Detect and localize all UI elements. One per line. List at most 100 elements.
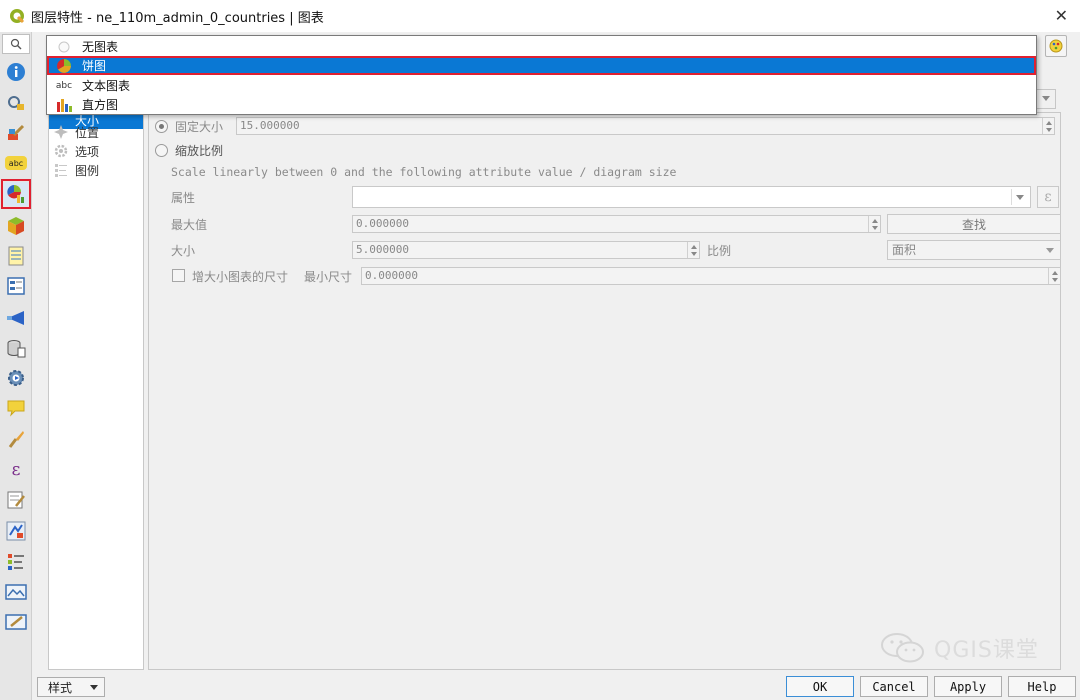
dialog-button-bar: 样式 OK Cancel Apply Help [33, 672, 1080, 700]
options-icon [53, 143, 69, 159]
scale-method-combo[interactable]: 面积 [887, 240, 1061, 260]
attributes-form-icon[interactable] [4, 274, 28, 298]
subnav-item-placement[interactable]: 位置 [53, 123, 99, 141]
chevron-down-icon [90, 685, 98, 690]
qgis-server-icon[interactable] [4, 580, 28, 604]
style-manager-icon [1049, 39, 1063, 53]
diagrams-page: 大小 位置 选项 图例 固定大小 15.000000 缩放比例 Scale li… [33, 32, 1080, 672]
chevron-down-icon [1046, 248, 1054, 253]
increase-small-checkbox[interactable] [172, 269, 185, 282]
scale-label: 比例 [707, 244, 732, 258]
watermark: QGIS课堂 [880, 632, 1039, 664]
svg-text:abc: abc [9, 159, 23, 168]
scale-method-value: 面积 [892, 243, 917, 257]
text-diagram-icon: abc [55, 80, 73, 91]
dropdown-option-label: 直方图 [82, 98, 119, 112]
expression-button[interactable]: ε [1037, 186, 1059, 208]
min-size-label: 最小尺寸 [304, 270, 353, 284]
no-diagram-icon [55, 39, 73, 55]
find-button[interactable]: 查找 [887, 214, 1061, 234]
search-icon [10, 38, 22, 50]
legend-icon[interactable] [4, 550, 28, 574]
diagram-settings-subnav: 大小 位置 选项 图例 [48, 111, 144, 670]
pie-chart-icon [55, 58, 73, 74]
spin-arrows-icon[interactable] [1048, 268, 1060, 284]
max-value-spinbox[interactable]: 0.000000 [352, 215, 881, 233]
source-icon[interactable] [4, 91, 28, 115]
legend-list-icon [53, 162, 69, 178]
spin-arrows-icon[interactable] [868, 216, 880, 232]
subnav-item-label: 选项 [75, 144, 100, 159]
rendering-icon[interactable] [4, 427, 28, 451]
fixed-size-label: 固定大小 [175, 120, 224, 134]
qgis-logo-icon [10, 9, 25, 24]
diagram-style-button[interactable] [1045, 35, 1067, 57]
diagrams-icon[interactable] [1, 179, 31, 209]
histogram-icon [55, 97, 73, 113]
min-size-spinbox[interactable]: 0.000000 [361, 267, 1061, 285]
increase-small-label: 增大小图表的尺寸 [192, 270, 289, 284]
dropdown-option-no-diagram[interactable]: 无图表 [47, 37, 1036, 56]
dropdown-option-histogram[interactable]: 直方图 [47, 95, 1036, 114]
style-menu-button[interactable]: 样式 [37, 677, 105, 697]
title-bar: 图层特性 - ne_110m_admin_0_countries | 图表 ✕ [0, 0, 1080, 32]
dropdown-option-text-diagram[interactable]: abc 文本图表 [47, 76, 1036, 95]
auxiliary-storage-icon[interactable] [4, 336, 28, 360]
dropdown-option-label: 饼图 [82, 59, 107, 73]
placement-icon [53, 124, 69, 140]
help-button[interactable]: Help [1008, 676, 1076, 697]
chevron-down-icon [1042, 96, 1050, 101]
expression-icon: ε [1044, 189, 1052, 205]
scaled-size-radio[interactable] [155, 144, 168, 157]
spin-arrows-icon[interactable] [687, 242, 699, 258]
metadata-icon[interactable] [4, 488, 28, 512]
apply-button[interactable]: Apply [934, 676, 1002, 697]
ok-button[interactable]: OK [786, 676, 854, 697]
labels-icon[interactable]: abc [4, 151, 28, 175]
cancel-button[interactable]: Cancel [860, 676, 928, 697]
dependencies-icon[interactable] [4, 519, 28, 543]
size-settings-panel: 固定大小 15.000000 缩放比例 Scale linearly betwe… [148, 112, 1061, 670]
size-value: 5.000000 [356, 243, 409, 256]
min-size-value: 0.000000 [365, 269, 418, 282]
window-title: 图层特性 - ne_110m_admin_0_countries | 图表 [31, 10, 324, 26]
digitizing-icon[interactable] [4, 610, 28, 634]
attribute-field-combo[interactable] [352, 186, 1031, 208]
subnav-item-label: 图例 [75, 163, 100, 178]
svg-text:ε: ε [12, 460, 21, 479]
attribute-label: 属性 [171, 191, 196, 205]
size-spinbox[interactable]: 5.000000 [352, 241, 700, 259]
max-value-label: 最大值 [171, 218, 208, 232]
spin-arrows-icon[interactable] [1042, 118, 1054, 134]
fixed-size-radio[interactable] [155, 120, 168, 133]
display-icon[interactable] [4, 396, 28, 420]
joins-icon[interactable] [4, 306, 28, 330]
diagram-type-dropdown[interactable]: 无图表 饼图 abc 文本图表 直方图 [46, 35, 1037, 115]
chevron-down-icon [1016, 195, 1024, 200]
variables-icon[interactable]: ε [4, 457, 28, 481]
symbology-icon[interactable] [4, 121, 28, 145]
3d-view-icon[interactable] [4, 214, 28, 238]
nav-search-input[interactable] [2, 34, 30, 54]
size-label: 大小 [171, 244, 196, 258]
properties-nav-sidebar: abc ε [0, 32, 32, 700]
subnav-item-options[interactable]: 选项 [53, 142, 99, 160]
subnav-item-label: 位置 [75, 125, 100, 140]
fixed-size-spinbox[interactable]: 15.000000 [236, 117, 1055, 135]
source-fields-icon[interactable] [4, 244, 28, 268]
scale-description: Scale linearly between 0 and the followi… [171, 165, 677, 179]
close-icon[interactable]: ✕ [1055, 6, 1068, 25]
subnav-item-legend[interactable]: 图例 [53, 161, 99, 179]
info-icon[interactable] [4, 60, 28, 84]
dropdown-option-pie-chart[interactable]: 饼图 [47, 56, 1036, 75]
actions-icon[interactable] [4, 366, 28, 390]
dropdown-option-label: 文本图表 [82, 79, 131, 93]
max-value: 0.000000 [356, 217, 409, 230]
style-menu-label: 样式 [48, 680, 73, 695]
combo-separator [1011, 189, 1012, 205]
watermark-text: QGIS课堂 [934, 638, 1039, 663]
fixed-size-value: 15.000000 [240, 119, 300, 132]
dropdown-option-label: 无图表 [82, 40, 119, 54]
scaled-size-label: 缩放比例 [175, 144, 224, 158]
wechat-icon [881, 633, 924, 663]
